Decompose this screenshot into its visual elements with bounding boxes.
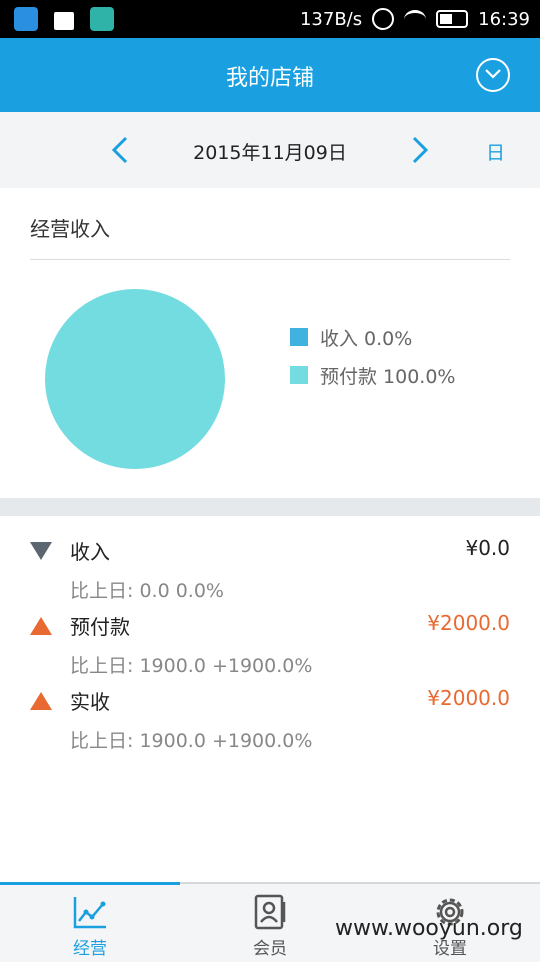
pie-chart <box>45 289 225 469</box>
metric-label: 收入 <box>70 540 110 564</box>
legend-label: 收入 0.0% <box>320 327 413 350</box>
activity-notification-icon <box>90 7 114 31</box>
metric-label: 实收 <box>70 690 110 714</box>
page-title: 我的店铺 <box>225 66 314 91</box>
chart-legend: 收入 0.0% 预付款 100.0% <box>290 318 456 394</box>
clock: 16:39 <box>478 8 530 30</box>
metric-amount: ¥2000.0 <box>427 686 510 710</box>
image-notification-icon <box>52 10 76 32</box>
tab-label: 经营 <box>73 939 107 959</box>
metric-compare: 比上日: 1900.0 +1900.0% <box>70 655 313 677</box>
watermark: www.wooyun.org <box>335 916 523 941</box>
metric-compare: 比上日: 1900.0 +1900.0% <box>70 730 313 752</box>
metric-amount: ¥2000.0 <box>427 611 510 635</box>
chevron-left-icon[interactable] <box>108 134 132 170</box>
app-notification-icon <box>14 7 38 31</box>
legend-label: 预付款 100.0% <box>320 365 456 388</box>
member-card-icon <box>254 894 286 930</box>
section-separator <box>0 498 540 516</box>
network-speed: 137B/s <box>299 8 363 30</box>
chevron-down-circle-icon[interactable] <box>476 58 510 92</box>
status-bar: 137B/s 16:39 <box>0 0 540 38</box>
date-navigation: 2015年11月09日 日 <box>0 112 540 188</box>
trend-up-icon <box>30 692 52 710</box>
tab-label: 会员 <box>253 939 287 959</box>
chevron-right-icon[interactable] <box>408 134 432 170</box>
wifi-icon <box>404 9 427 29</box>
notification-icons <box>14 7 114 32</box>
current-date: 2015年11月09日 <box>193 142 347 164</box>
legend-swatch <box>290 366 308 384</box>
metric-label: 预付款 <box>70 615 130 639</box>
alarm-icon <box>372 8 395 30</box>
divider <box>30 259 510 260</box>
tab-members[interactable]: 会员 <box>180 884 360 962</box>
status-indicators: 137B/s 16:39 <box>300 8 530 30</box>
legend-item-prepayment: 预付款 100.0% <box>290 356 456 394</box>
pie-slice-1 <box>45 289 225 469</box>
app-header: 我的店铺 <box>0 38 540 112</box>
trend-down-icon <box>30 542 52 560</box>
period-unit-toggle[interactable]: 日 <box>486 138 505 165</box>
tab-business[interactable]: 经营 <box>0 884 180 962</box>
trend-up-icon <box>30 617 52 635</box>
metric-amount: ¥0.0 <box>465 536 510 560</box>
legend-item-income: 收入 0.0% <box>290 318 456 356</box>
section-title: 经营收入 <box>30 217 110 241</box>
line-chart-icon <box>73 897 106 929</box>
legend-swatch <box>290 328 308 346</box>
battery-icon <box>436 10 469 28</box>
metric-compare: 比上日: 0.0 0.0% <box>70 580 224 602</box>
